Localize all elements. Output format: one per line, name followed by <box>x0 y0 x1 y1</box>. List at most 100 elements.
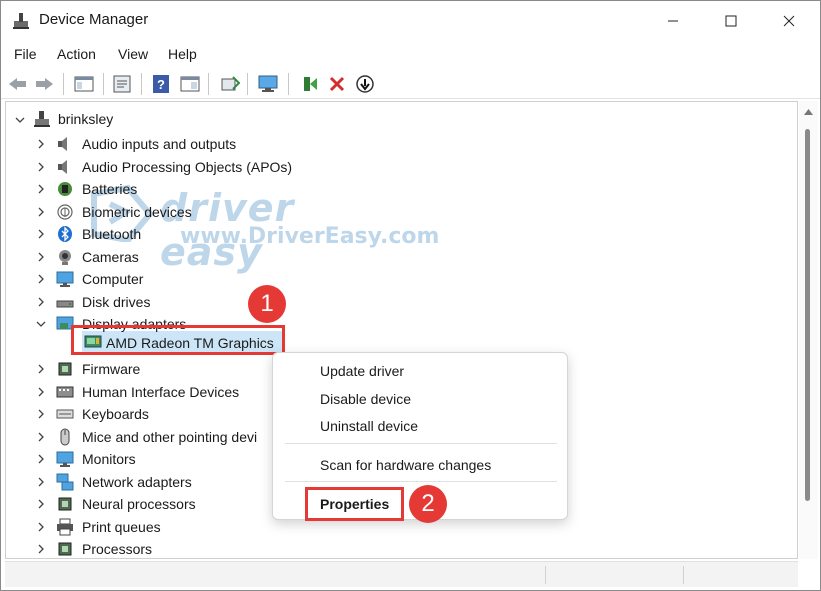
chevron-down-icon[interactable] <box>35 318 47 330</box>
tree-category-label[interactable]: Print queues <box>82 519 161 535</box>
toolbar: ? <box>1 69 820 99</box>
menu-file[interactable]: File <box>14 46 37 62</box>
chevron-right-icon[interactable] <box>35 453 47 465</box>
chevron-right-icon[interactable] <box>35 431 47 443</box>
title-bar: Device Manager <box>1 1 820 41</box>
menu-bar: File Action View Help <box>1 43 820 67</box>
menu-help[interactable]: Help <box>168 46 197 62</box>
window-title: Device Manager <box>39 11 149 28</box>
red-x-icon <box>329 76 345 92</box>
view-button[interactable] <box>179 73 201 95</box>
device-manager-window: Device Manager File Action View Help ? b… <box>0 0 821 591</box>
tree-category-label[interactable]: Network adapters <box>82 474 192 490</box>
menu-action[interactable]: Action <box>57 46 96 62</box>
minimize-icon <box>668 20 678 22</box>
mouse-icon <box>60 428 70 445</box>
forward-button[interactable] <box>33 73 55 95</box>
camera-icon <box>59 249 71 265</box>
chip-icon <box>58 362 72 376</box>
chevron-right-icon[interactable] <box>35 161 47 173</box>
close-button[interactable] <box>760 1 818 41</box>
tree-category-label[interactable]: Disk drives <box>82 294 150 310</box>
tree-category-label[interactable]: Biometric devices <box>82 204 192 220</box>
tree-root-label[interactable]: brinksley <box>58 111 113 127</box>
tree-category-label[interactable]: Cameras <box>82 249 139 265</box>
chevron-right-icon[interactable] <box>35 296 47 308</box>
chevron-right-icon[interactable] <box>35 498 47 510</box>
printer-icon <box>57 518 73 535</box>
enable-device-button[interactable] <box>219 73 241 95</box>
help-button[interactable]: ? <box>150 73 172 95</box>
network-icon <box>56 473 74 490</box>
tree-category-label[interactable]: Monitors <box>82 451 136 467</box>
bluetooth-icon <box>58 226 72 242</box>
tree-category-label[interactable]: Keyboards <box>82 406 149 422</box>
chip-icon <box>58 497 72 511</box>
minimize-button[interactable] <box>644 1 702 41</box>
monitor-icon <box>56 451 74 467</box>
chevron-right-icon[interactable] <box>35 228 47 240</box>
chevron-right-icon[interactable] <box>35 408 47 420</box>
menu-scan-hardware[interactable]: Scan for hardware changes <box>320 457 491 473</box>
callout-badge-2: 2 <box>409 485 447 523</box>
help-icon: ? <box>153 75 169 93</box>
scan-hardware-button[interactable] <box>257 73 279 95</box>
speaker-icon <box>58 137 67 151</box>
highlight-box-properties <box>305 487 404 521</box>
maximize-button[interactable] <box>702 1 760 41</box>
properties-icon <box>113 75 131 93</box>
chevron-right-icon[interactable] <box>35 521 47 533</box>
chevron-right-icon[interactable] <box>35 543 47 555</box>
monitor-scan-icon <box>258 75 278 92</box>
menu-view[interactable]: View <box>118 46 148 62</box>
vertical-scrollbar[interactable] <box>799 101 818 559</box>
device-manager-icon <box>13 13 29 29</box>
battery-icon <box>58 182 72 196</box>
highlight-box-device <box>71 325 285 355</box>
tree-category-label[interactable]: Human Interface Devices <box>82 384 239 400</box>
tree-category-label[interactable]: Audio Processing Objects (APOs) <box>82 159 292 175</box>
close-icon <box>783 15 795 27</box>
watermark-brand: driver easy <box>160 186 295 274</box>
tree-category-label[interactable]: Audio inputs and outputs <box>82 136 236 152</box>
chevron-right-icon[interactable] <box>35 386 47 398</box>
tree-category-label[interactable]: Batteries <box>82 181 137 197</box>
menu-uninstall-device[interactable]: Uninstall device <box>320 418 418 434</box>
back-arrow-icon <box>9 78 26 90</box>
properties-toolbar-button[interactable] <box>111 73 133 95</box>
chevron-right-icon[interactable] <box>35 363 47 375</box>
chevron-right-icon[interactable] <box>35 138 47 150</box>
chevron-right-icon[interactable] <box>35 476 47 488</box>
svg-text:?: ? <box>157 77 165 92</box>
speaker-icon <box>58 159 67 174</box>
show-hide-tree-button[interactable] <box>73 73 95 95</box>
watermark-url: www.DriverEasy.com <box>180 224 440 249</box>
tree-category-label[interactable]: Firmware <box>82 361 140 377</box>
scroll-up-icon[interactable] <box>804 109 813 115</box>
chevron-right-icon[interactable] <box>35 251 47 263</box>
chevron-right-icon[interactable] <box>35 183 47 195</box>
console-tree-icon <box>74 76 94 92</box>
chevron-right-icon[interactable] <box>35 273 47 285</box>
maximize-icon <box>725 15 737 27</box>
disable-device-button[interactable] <box>354 73 376 95</box>
vertical-scroll-thumb[interactable] <box>805 129 810 501</box>
back-button[interactable] <box>7 73 29 95</box>
keyboard-icon <box>56 409 74 419</box>
add-driver-button[interactable] <box>299 73 321 95</box>
uninstall-device-button[interactable] <box>326 73 348 95</box>
tree-category-label[interactable]: Mice and other pointing devi <box>82 429 257 445</box>
tree-category-label[interactable]: Processors <box>82 541 152 557</box>
device-scan-icon <box>221 76 240 91</box>
tree-category-label[interactable]: Neural processors <box>82 496 196 512</box>
computer-root-icon <box>34 111 50 127</box>
chevron-right-icon[interactable] <box>35 206 47 218</box>
fingerprint-icon <box>57 203 73 220</box>
menu-update-driver[interactable]: Update driver <box>320 363 404 379</box>
tree-category-label[interactable]: Bluetooth <box>82 226 141 242</box>
menu-disable-device[interactable]: Disable device <box>320 391 411 407</box>
tree-category-label[interactable]: Computer <box>82 271 143 287</box>
chevron-down-icon[interactable] <box>14 114 26 126</box>
forward-arrow-icon <box>36 78 53 90</box>
status-bar <box>5 561 798 587</box>
